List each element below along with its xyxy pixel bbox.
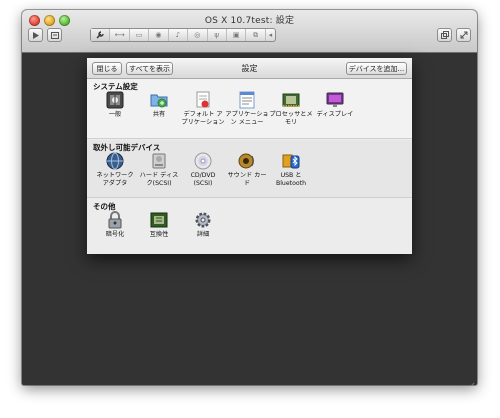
sound-icon: ♪ xyxy=(175,31,181,39)
pane-label: 暗号化 xyxy=(105,231,125,238)
unity-button[interactable] xyxy=(437,28,452,42)
play-button[interactable] xyxy=(28,28,43,42)
speaker-icon xyxy=(238,152,256,170)
pane-label: USB と Bluetooth xyxy=(275,172,307,187)
network-arrows-icon: ⟷ xyxy=(114,31,125,39)
advanced-gear-icon xyxy=(194,211,212,229)
application-menu-icon xyxy=(238,91,256,109)
pane-compatibility[interactable]: 互換性 xyxy=(137,211,181,239)
settings-button[interactable] xyxy=(91,29,111,41)
pane-network-adapter[interactable]: ネットワーク アダプタ xyxy=(93,152,137,187)
vm-window: OS X 10.7test: 設定 ⟷ ▭ ◉ ♪ ◎ ψ ▣ ⧉ ◂ 閉じる … xyxy=(22,10,477,385)
pane-application-menu[interactable]: アプリケーション メニュー xyxy=(225,91,269,126)
pane-cd-dvd[interactable]: CD/DVD (SCSI) xyxy=(181,152,225,187)
removable-devices-section: 取外し可能デバイス ネットワーク アダプタ ハード ディスク(SCSI) CD/… xyxy=(87,140,412,198)
pane-label: 共有 xyxy=(152,111,166,118)
snapshot-icon xyxy=(50,31,59,39)
pane-label: CD/DVD (SCSI) xyxy=(190,172,216,187)
pane-label: 互換性 xyxy=(149,231,169,238)
cd-icon: ◉ xyxy=(155,31,162,39)
disk-toggle[interactable]: ▭ xyxy=(130,29,150,41)
other-section: その他 暗号化 互換性 詳細 xyxy=(87,199,412,254)
pane-label: ディスプレイ xyxy=(316,111,354,118)
toolbar-device-group: ⟷ ▭ ◉ ♪ ◎ ψ ▣ ⧉ ◂ xyxy=(90,28,276,42)
expand-arrows-icon xyxy=(460,31,467,39)
lock-toggle[interactable]: ▣ xyxy=(227,29,247,41)
arrow-left-icon: ◂ xyxy=(268,31,273,39)
pane-label: 一般 xyxy=(108,111,122,118)
compatibility-chip-icon xyxy=(150,211,168,229)
add-device-button[interactable]: デバイスを追加... xyxy=(346,62,407,75)
pane-sharing[interactable]: 共有 xyxy=(137,91,181,119)
windows-stack-icon xyxy=(440,31,449,39)
fullscreen-button[interactable] xyxy=(456,28,471,42)
pane-label: ネットワーク アダプタ xyxy=(96,172,134,187)
pane-sound-card[interactable]: サウンド カード xyxy=(225,152,269,187)
cpu-chip-icon xyxy=(282,91,300,109)
pane-label: アプリケーション メニュー xyxy=(225,111,269,126)
pane-label: デフォルト アプリケーション xyxy=(181,111,225,126)
pane-label: サウンド カード xyxy=(227,172,267,187)
usb-icon: ψ xyxy=(214,31,220,39)
window-title: OS X 10.7test: 設定 xyxy=(204,16,295,26)
shared-folder-icon xyxy=(150,91,168,109)
title-bar: OS X 10.7test: 設定 ⟷ ▭ ◉ ♪ ◎ ψ ▣ ⧉ ◂ xyxy=(22,10,477,53)
lock-toolbar-icon: ▣ xyxy=(232,31,240,39)
resize-handle[interactable] xyxy=(467,375,475,385)
default-apps-icon xyxy=(194,91,212,109)
pane-label: ハード ディスク(SCSI) xyxy=(139,172,179,187)
cd-toggle[interactable]: ◉ xyxy=(149,29,169,41)
lock-icon xyxy=(106,211,124,229)
gear-switch-icon xyxy=(106,91,124,109)
usb-bluetooth-icon xyxy=(282,152,300,170)
network-globe-icon xyxy=(106,152,124,170)
pane-hard-disk[interactable]: ハード ディスク(SCSI) xyxy=(137,152,181,187)
hard-disk-icon xyxy=(150,152,168,170)
system-settings-section: システム設定 一般 共有 デフォルト アプリケーション アプリケーション メニュ… xyxy=(87,79,412,139)
pane-label: 詳細 xyxy=(196,231,210,238)
pane-default-apps[interactable]: デフォルト アプリケーション xyxy=(181,91,225,126)
usb-toggle[interactable]: ψ xyxy=(208,29,227,41)
snapshot-button[interactable] xyxy=(47,28,62,42)
camera-icon: ◎ xyxy=(194,31,201,39)
sound-toggle[interactable]: ♪ xyxy=(169,29,189,41)
resize-grip-icon xyxy=(471,382,475,385)
display-icon xyxy=(326,91,344,109)
share-toggle[interactable]: ⧉ xyxy=(246,29,266,41)
vm-display-area: 閉じる すべてを表示 設定 デバイスを追加... システム設定 一般 共有 デフ… xyxy=(22,53,477,385)
pane-processor-memory[interactable]: プロセッサとメモリ xyxy=(269,91,313,126)
disk-icon: ▭ xyxy=(135,31,143,39)
play-icon xyxy=(33,31,39,39)
pane-encryption[interactable]: 暗号化 xyxy=(93,211,137,239)
toolbar-more-arrow[interactable]: ◂ xyxy=(266,29,275,41)
share-icon: ⧉ xyxy=(253,30,259,39)
camera-toggle[interactable]: ◎ xyxy=(188,29,208,41)
pane-advanced[interactable]: 詳細 xyxy=(181,211,225,239)
pane-label: プロセッサとメモリ xyxy=(269,111,313,126)
pane-general[interactable]: 一般 xyxy=(93,91,137,119)
pane-display[interactable]: ディスプレイ xyxy=(313,91,357,119)
settings-panel: 閉じる すべてを表示 設定 デバイスを追加... システム設定 一般 共有 デフ… xyxy=(87,58,412,254)
settings-header: 閉じる すべてを表示 設定 デバイスを追加... xyxy=(87,58,412,79)
cd-dvd-icon xyxy=(194,152,212,170)
network-toggle[interactable]: ⟷ xyxy=(110,29,130,41)
pane-usb-bluetooth[interactable]: USB と Bluetooth xyxy=(269,152,313,187)
wrench-icon xyxy=(96,31,104,39)
